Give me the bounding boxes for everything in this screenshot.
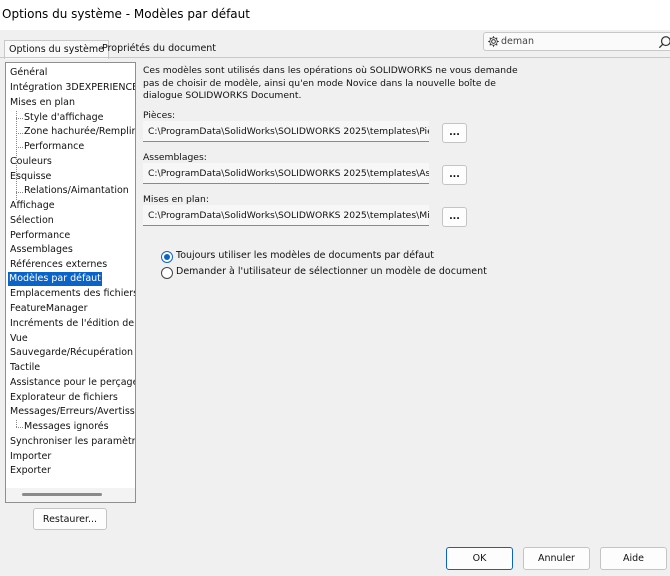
ok-button[interactable]: OK [446, 547, 513, 570]
tree-item-assemblies[interactable]: Assemblages [9, 243, 74, 257]
search-input[interactable] [501, 34, 651, 49]
radio-button[interactable] [161, 267, 173, 279]
options-tree: Général Intégration 3DEXPERIENCE Mises e… [5, 62, 136, 503]
tree-item-selection[interactable]: Sélection [9, 214, 55, 228]
tree-item-dismissed-messages[interactable]: Messages ignorés [23, 420, 110, 434]
radio-ask-label: Demander à l'utilisateur de sélectionner… [176, 266, 487, 277]
title-bar: Options du système - Modèles par défaut [0, 0, 670, 30]
parts-label: Pièces: [143, 110, 176, 121]
tree-connector [16, 147, 23, 148]
tree-item-general[interactable]: Général [9, 66, 48, 80]
tree-item-backup-recover[interactable]: Sauvegarde/Récupération [9, 346, 134, 360]
tree-item-colors[interactable]: Couleurs [9, 155, 53, 169]
templates-description: Ces modèles sont utilisés dans les opéra… [143, 65, 518, 101]
window-title: Options du système - Modèles par défaut [2, 7, 250, 21]
tree-item-spin-box-increments[interactable]: Incréments de l'édition de co [9, 317, 135, 331]
tree-item-default-templates[interactable]: Modèles par défaut [8, 272, 102, 286]
tree-item-file-locations[interactable]: Emplacements des fichiers [9, 287, 135, 301]
tree-item-external-references[interactable]: Références externes [9, 258, 108, 272]
assemblies-template-path[interactable]: C:\ProgramData\SolidWorks\SOLIDWORKS 202… [143, 163, 429, 184]
tree-item-area-hatch[interactable]: Zone hachurée/Remplir [23, 125, 135, 139]
tree-item-touch[interactable]: Tactile [9, 361, 41, 375]
cancel-button[interactable]: Annuler [523, 547, 590, 570]
tree-connector [16, 185, 17, 192]
tree-item-export[interactable]: Exporter [9, 464, 52, 478]
assemblies-label: Assemblages: [143, 152, 207, 163]
tree-horizontal-scrollbar[interactable] [6, 488, 135, 502]
radio-button-selected[interactable] [161, 251, 173, 263]
tree-item-messages-errors-warnings[interactable]: Messages/Erreurs/Avertissen [9, 405, 135, 419]
gear-icon [488, 36, 499, 47]
tree-item-drawings[interactable]: Mises en plan [9, 96, 76, 110]
browse-parts-button[interactable]: ... [442, 123, 467, 143]
tree-connector [16, 420, 17, 427]
restore-button[interactable]: Restaurer... [33, 508, 107, 530]
tree-item-import[interactable]: Importer [9, 450, 52, 464]
tree-item-display-style[interactable]: Style d'affichage [23, 111, 104, 125]
tab-strip: Options du système Propriétés du documen… [0, 40, 300, 59]
scrollbar-thumb[interactable] [22, 493, 102, 496]
tree-item-file-explorer[interactable]: Explorateur de fichiers [9, 391, 119, 405]
parts-template-path[interactable]: C:\ProgramData\SolidWorks\SOLIDWORKS 202… [143, 121, 429, 142]
help-button[interactable]: Aide [600, 547, 667, 570]
tree-item-relations-snaps[interactable]: Relations/Aimantation [23, 184, 130, 198]
browse-drawings-button[interactable]: ... [442, 207, 467, 227]
tree-item-drawing-performance[interactable]: Performance [23, 140, 85, 154]
tree-item-sketch[interactable]: Esquisse [9, 170, 52, 184]
tree-item-performance[interactable]: Performance [9, 229, 71, 243]
radio-always-label: Toujours utiliser les modèles de documen… [176, 250, 434, 261]
search-icon[interactable] [658, 35, 670, 49]
tree-item-view[interactable]: Vue [9, 332, 29, 346]
tree-item-synchronize-settings[interactable]: Synchroniser les paramètres [9, 435, 135, 449]
tree-item-3dexperience[interactable]: Intégration 3DEXPERIENCE [9, 81, 135, 95]
tree-connector [16, 133, 23, 134]
tree-connector [16, 118, 23, 119]
tree-connector [16, 192, 23, 193]
browse-assemblies-button[interactable]: ... [442, 165, 467, 185]
tree-item-hole-wizard[interactable]: Assistance pour le perçage/T [9, 376, 135, 390]
tree-item-featuremanager[interactable]: FeatureManager [9, 302, 89, 316]
options-search [483, 32, 670, 51]
drawings-template-path[interactable]: C:\ProgramData\SolidWorks\SOLIDWORKS 202… [143, 205, 429, 226]
tree-connector [16, 427, 23, 428]
drawings-label: Mises en plan: [143, 194, 209, 205]
tree-item-display[interactable]: Affichage [9, 199, 56, 213]
